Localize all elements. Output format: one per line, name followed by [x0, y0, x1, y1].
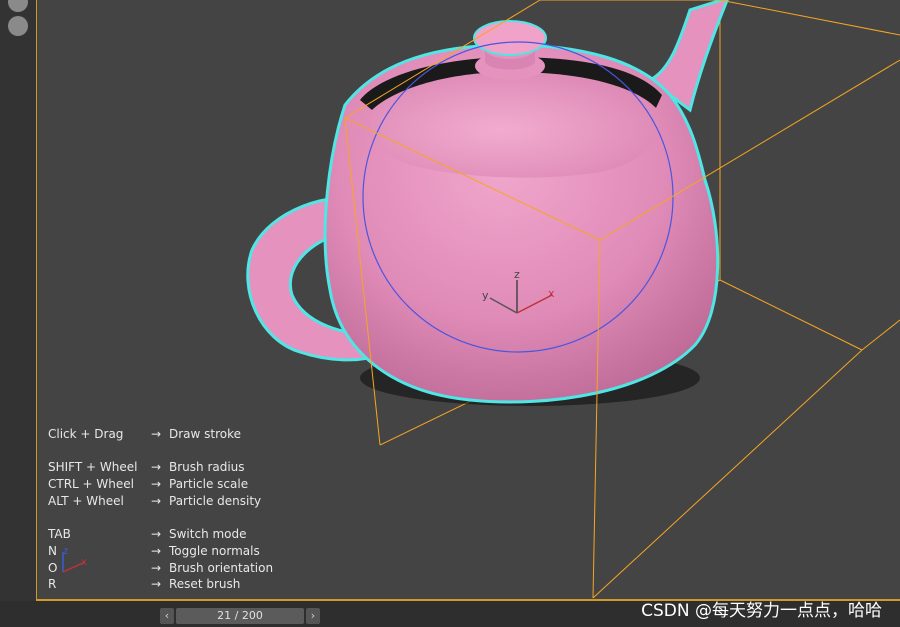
hotkey-row: ALT + Wheel → Particle density: [48, 493, 308, 510]
arrow-icon: →: [151, 543, 162, 558]
time-slider[interactable]: 21 / 200: [176, 608, 304, 624]
hotkey-key: SHIFT + Wheel: [48, 460, 138, 475]
hotkey-key: ALT + Wheel: [48, 493, 124, 508]
prev-frame-button[interactable]: ‹: [160, 608, 174, 624]
hotkey-key: O: [48, 560, 58, 575]
hotkey-key: N: [48, 543, 57, 558]
gizmo-y-label: y: [482, 289, 489, 302]
hotkey-description: Brush orientation: [169, 560, 274, 575]
hotkey-row: Click + Drag → Draw stroke: [48, 426, 308, 443]
gizmo-x-label: x: [548, 287, 555, 300]
hotkey-description: Brush radius: [169, 460, 245, 475]
hotkey-description: Switch mode: [169, 527, 247, 542]
teapot-lid-knob[interactable]: [473, 20, 547, 80]
hotkey-row: TAB → Switch mode: [48, 526, 308, 543]
arrow-icon: →: [151, 493, 162, 508]
watermark: CSDN @每天努力一点点，哈哈: [641, 601, 882, 621]
hotkey-key: R: [48, 577, 57, 592]
hotkey-row: CTRL + Wheel → Particle scale: [48, 476, 308, 493]
hotkey-row: R → Reset brush: [48, 576, 308, 593]
viewport-active-border: [36, 0, 37, 601]
arrow-icon: →: [151, 560, 162, 575]
hotkey-row: SHIFT + Wheel → Brush radius: [48, 459, 308, 476]
gizmo-z-label: z: [514, 268, 520, 281]
hotkey-legend: Click + Drag → Draw stroke SHIFT + Wheel…: [48, 426, 308, 593]
hotkey-description: Reset brush: [169, 577, 241, 592]
hotkey-description: Draw stroke: [169, 427, 242, 441]
arrow-icon: →: [151, 527, 162, 542]
hotkey-description: Toggle normals: [169, 543, 260, 558]
arrow-icon: →: [151, 427, 162, 441]
hotkey-description: Particle density: [169, 493, 262, 508]
hotkey-key: CTRL + Wheel: [48, 477, 134, 492]
hotkey-description: Particle scale: [169, 477, 249, 492]
next-frame-button[interactable]: ›: [306, 608, 320, 624]
hotkey-row: O → Brush orientation: [48, 560, 308, 577]
arrow-icon: →: [151, 577, 162, 592]
hotkey-row: N → Toggle normals: [48, 543, 308, 560]
arrow-icon: →: [151, 477, 162, 492]
hotkey-key: TAB: [48, 527, 71, 542]
arrow-icon: →: [151, 460, 162, 475]
teapot-body[interactable]: [323, 43, 720, 404]
hotkey-key: Click + Drag: [48, 427, 124, 441]
